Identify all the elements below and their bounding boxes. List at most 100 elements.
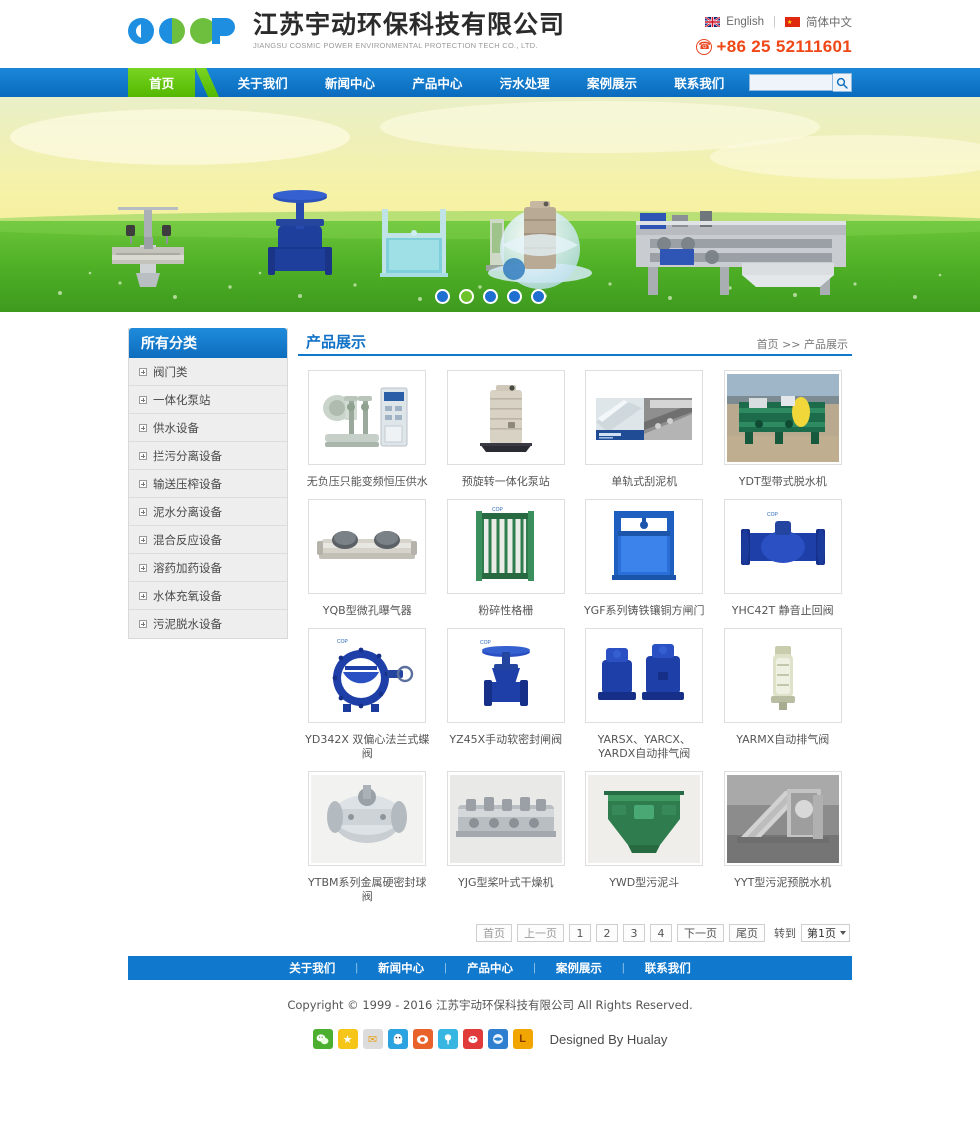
breadcrumb-home[interactable]: 首页 bbox=[757, 338, 779, 351]
sidebar-item-sludge-separation[interactable]: 泥水分离设备 bbox=[129, 498, 287, 526]
pagination-page-1[interactable]: 1 bbox=[569, 924, 591, 942]
product-caption[interactable]: YHC42T 静音止回阀 bbox=[719, 604, 847, 618]
sidebar-item-label: 混合反应设备 bbox=[153, 532, 222, 547]
pagination-page-2[interactable]: 2 bbox=[596, 924, 618, 942]
sidebar-item-screening[interactable]: 拦污分离设备 bbox=[129, 442, 287, 470]
sidebar-item-sludge-dewatering[interactable]: 污泥脱水设备 bbox=[129, 610, 287, 638]
product-caption[interactable]: 无负压只能变频恒压供水 bbox=[303, 475, 431, 489]
product-caption[interactable]: 预旋转一体化泵站 bbox=[442, 475, 570, 489]
product-caption[interactable]: YARSX、YARCX、YARDX自动排气阀 bbox=[580, 733, 708, 761]
pagination-goto-value: 第1页 bbox=[807, 927, 836, 940]
product-thumbnail[interactable] bbox=[723, 628, 842, 723]
sidebar-item-mixing-reaction[interactable]: 混合反应设备 bbox=[129, 526, 287, 554]
product-card: YYT型污泥预脱水机 bbox=[714, 771, 853, 904]
product-thumbnail[interactable]: COP bbox=[446, 499, 565, 594]
expand-plus-icon bbox=[139, 563, 147, 572]
product-thumbnail[interactable] bbox=[723, 370, 842, 465]
sidebar-item-integrated-pump-station[interactable]: 一体化泵站 bbox=[129, 386, 287, 414]
product-caption[interactable]: YQB型微孔曝气器 bbox=[303, 604, 431, 618]
page-root: 江苏宇动环保科技有限公司 JIANGSU COSMIC POWER ENVIRO… bbox=[0, 0, 980, 1049]
language-english-link[interactable]: English bbox=[726, 16, 764, 28]
sidebar-item-valves[interactable]: 阀门类 bbox=[129, 358, 287, 386]
nav-item-about[interactable]: 关于我们 bbox=[219, 68, 306, 97]
footer-link-cases[interactable]: 案例展示 bbox=[536, 960, 622, 976]
product-card: 预旋转一体化泵站 bbox=[437, 370, 576, 489]
product-caption[interactable]: YWD型污泥斗 bbox=[580, 876, 708, 890]
nav-item-contact[interactable]: 联系我们 bbox=[656, 68, 743, 97]
phone-icon bbox=[695, 39, 712, 55]
product-caption[interactable]: YD342X 双偏心法兰式蝶阀 bbox=[303, 733, 431, 761]
company-name-cn: 江苏宇动环保科技有限公司 bbox=[253, 10, 566, 39]
product-thumbnail[interactable] bbox=[585, 499, 704, 594]
product-thumbnail[interactable] bbox=[446, 771, 565, 866]
favorite-star-icon[interactable]: ★ bbox=[337, 1029, 358, 1049]
douban-icon[interactable]: L bbox=[512, 1029, 533, 1049]
carousel-dot-3[interactable] bbox=[482, 289, 498, 304]
language-chinese-link[interactable]: 简体中文 bbox=[806, 14, 852, 30]
product-caption[interactable]: YTBM系列金属硬密封球阀 bbox=[303, 876, 431, 904]
sidebar-item-aeration[interactable]: 水体充氧设备 bbox=[129, 582, 287, 610]
site-logo[interactable]: 江苏宇动环保科技有限公司 JIANGSU COSMIC POWER ENVIRO… bbox=[128, 12, 565, 50]
product-caption[interactable]: YDT型带式脱水机 bbox=[719, 475, 847, 489]
breadcrumb: 首页 >> 产品展示 bbox=[757, 336, 852, 352]
pagination-next[interactable]: 下一页 bbox=[677, 924, 724, 942]
product-thumbnail[interactable] bbox=[308, 771, 427, 866]
search-button[interactable] bbox=[832, 73, 852, 92]
renren-icon[interactable] bbox=[462, 1029, 483, 1049]
qq-icon[interactable] bbox=[387, 1029, 408, 1049]
nav-item-news[interactable]: 新闻中心 bbox=[306, 68, 393, 97]
pagination-page-3[interactable]: 3 bbox=[623, 924, 645, 942]
nav-item-products[interactable]: 产品中心 bbox=[394, 68, 481, 97]
footer-link-about[interactable]: 关于我们 bbox=[269, 960, 355, 976]
product-thumbnail[interactable] bbox=[585, 370, 704, 465]
product-caption[interactable]: 单轨式刮泥机 bbox=[580, 475, 708, 489]
product-thumbnail[interactable] bbox=[308, 499, 427, 594]
carousel-dot-2[interactable] bbox=[458, 289, 474, 304]
hero-banner[interactable] bbox=[0, 97, 980, 312]
product-caption[interactable]: YGF系列铸铁镶铜方闸门 bbox=[580, 604, 708, 618]
weibo-icon[interactable] bbox=[412, 1029, 433, 1049]
wechat-icon[interactable] bbox=[312, 1029, 333, 1049]
footer-link-contact[interactable]: 联系我们 bbox=[625, 960, 711, 976]
product-caption[interactable]: YJG型桨叶式干燥机 bbox=[442, 876, 570, 890]
expand-plus-icon bbox=[139, 367, 147, 376]
footer-link-products[interactable]: 产品中心 bbox=[447, 960, 533, 976]
footer-link-news[interactable]: 新闻中心 bbox=[358, 960, 444, 976]
product-thumbnail[interactable] bbox=[585, 771, 704, 866]
sidebar-item-water-supply[interactable]: 供水设备 bbox=[129, 414, 287, 442]
qzone-icon[interactable] bbox=[437, 1029, 458, 1049]
sidebar-item-conveying-pressing[interactable]: 输送压榨设备 bbox=[129, 470, 287, 498]
product-thumbnail[interactable] bbox=[308, 370, 427, 465]
product-thumbnail[interactable]: COP bbox=[446, 628, 565, 723]
search-input[interactable] bbox=[748, 74, 833, 91]
carousel-dot-5[interactable] bbox=[530, 289, 546, 304]
sidebar-item-dosing[interactable]: 溶药加药设备 bbox=[129, 554, 287, 582]
sidebar-item-label: 水体充氧设备 bbox=[153, 588, 222, 603]
expand-plus-icon bbox=[139, 507, 147, 516]
pagination-prev[interactable]: 上一页 bbox=[517, 924, 564, 942]
product-caption[interactable]: YARMX自动排气阀 bbox=[719, 733, 847, 747]
nav-item-cases[interactable]: 案例展示 bbox=[568, 68, 655, 97]
product-caption[interactable]: 粉碎性格栅 bbox=[442, 604, 570, 618]
product-thumbnail[interactable] bbox=[723, 771, 842, 866]
product-thumbnail[interactable]: COP bbox=[308, 628, 427, 723]
email-icon[interactable]: ✉ bbox=[362, 1029, 383, 1049]
product-caption[interactable]: YZ45X手动软密封闸阀 bbox=[442, 733, 570, 747]
product-thumbnail[interactable]: COP bbox=[723, 499, 842, 594]
browser-icon[interactable] bbox=[487, 1029, 508, 1049]
pagination-first[interactable]: 首页 bbox=[476, 924, 512, 942]
carousel-dots bbox=[0, 289, 980, 304]
svg-text:COP: COP bbox=[492, 507, 504, 513]
nav-item-sewage[interactable]: 污水处理 bbox=[481, 68, 568, 97]
product-thumbnail[interactable] bbox=[585, 628, 704, 723]
product-caption[interactable]: YYT型污泥预脱水机 bbox=[719, 876, 847, 890]
carousel-dot-4[interactable] bbox=[506, 289, 522, 304]
pagination-goto-select[interactable]: 第1页 bbox=[801, 924, 850, 942]
nav-item-home[interactable]: 首页 bbox=[128, 68, 196, 97]
carousel-dot-1[interactable] bbox=[434, 289, 450, 304]
pagination-last[interactable]: 尾页 bbox=[729, 924, 765, 942]
pagination-page-4[interactable]: 4 bbox=[650, 924, 672, 942]
svg-text:COP: COP bbox=[767, 512, 779, 518]
sidebar-item-label: 污泥脱水设备 bbox=[153, 617, 222, 631]
product-thumbnail[interactable] bbox=[446, 370, 565, 465]
